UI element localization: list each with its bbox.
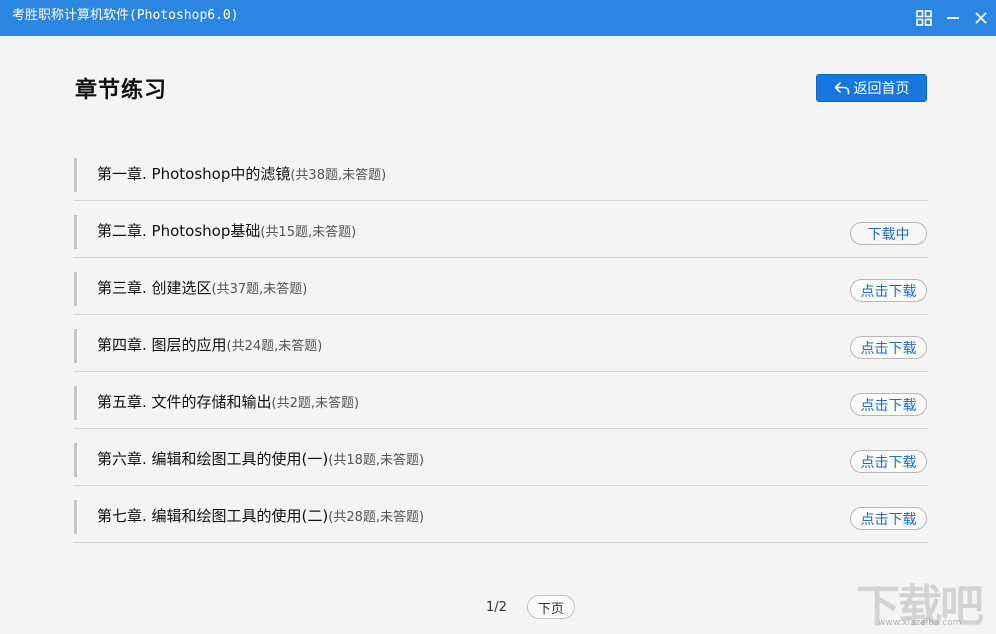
row-accent-bar — [74, 272, 77, 306]
chapter-title: 第二章. Photoshop基础 — [97, 222, 261, 240]
chapter-label[interactable]: 第五章. 文件的存储和输出(共2题,未答题) — [97, 392, 359, 414]
chapter-count: (共2题,未答题) — [271, 396, 360, 411]
download-button[interactable]: 点击下载 — [850, 279, 927, 302]
title-bar: 考胜职称计算机软件(Photoshop6.0) — [0, 0, 996, 36]
row-accent-bar — [74, 443, 77, 477]
pagination: 1/2 下页 — [486, 594, 575, 620]
chapter-title: 第五章. 文件的存储和输出 — [97, 393, 272, 411]
download-button[interactable]: 点击下载 — [850, 336, 927, 359]
back-home-button[interactable]: 返回首页 — [816, 74, 927, 102]
chapter-label[interactable]: 第三章. 创建选区(共37题,未答题) — [97, 278, 307, 300]
chapter-row[interactable]: 第五章. 文件的存储和输出(共2题,未答题) 点击下载 — [74, 372, 928, 429]
downloading-button[interactable]: 下载中 — [850, 222, 927, 245]
row-accent-bar — [74, 158, 77, 192]
chapter-row[interactable]: 第四章. 图层的应用(共24题,未答题) 点击下载 — [74, 315, 928, 372]
chapter-title: 第七章. 编辑和绘图工具的使用(二) — [97, 507, 329, 525]
chapter-row[interactable]: 第二章. Photoshop基础(共15题,未答题) 下载中 — [74, 201, 928, 258]
minimize-icon[interactable] — [941, 6, 965, 30]
chapter-title: 第六章. 编辑和绘图工具的使用(一) — [97, 450, 329, 468]
chapter-row[interactable]: 第一章. Photoshop中的滤镜(共38题,未答题) — [74, 144, 928, 201]
chapter-count: (共28题,未答题) — [328, 510, 425, 525]
download-button[interactable]: 点击下载 — [850, 507, 927, 530]
chapter-count: (共15题,未答题) — [260, 225, 357, 240]
close-icon[interactable] — [969, 6, 993, 30]
chapter-row[interactable]: 第六章. 编辑和绘图工具的使用(一)(共18题,未答题) 点击下载 — [74, 429, 928, 486]
row-accent-bar — [74, 500, 77, 534]
grid-icon[interactable] — [912, 6, 936, 30]
download-button[interactable]: 点击下载 — [850, 450, 927, 473]
download-button[interactable]: 点击下载 — [850, 393, 927, 416]
chapter-title: 第三章. 创建选区 — [97, 279, 212, 297]
chapter-count: (共38题,未答题) — [290, 168, 387, 183]
chapter-label[interactable]: 第四章. 图层的应用(共24题,未答题) — [97, 335, 322, 357]
chapter-count: (共37题,未答题) — [211, 282, 308, 297]
back-home-label: 返回首页 — [853, 81, 910, 97]
watermark-url: www.xiazaiba.com — [878, 618, 962, 628]
watermark-logo: 下载吧 www.xiazaiba.com — [856, 570, 992, 632]
chapter-row[interactable]: 第七章. 编辑和绘图工具的使用(二)(共28题,未答题) 点击下载 — [74, 486, 928, 543]
next-page-button[interactable]: 下页 — [526, 595, 575, 619]
chapter-row[interactable]: 第三章. 创建选区(共37题,未答题) 点击下载 — [74, 258, 928, 315]
chapter-count: (共18题,未答题) — [328, 453, 425, 468]
chapter-count: (共24题,未答题) — [226, 339, 323, 354]
return-arrow-icon — [834, 81, 850, 95]
chapter-title: 第一章. Photoshop中的滤镜 — [97, 165, 291, 183]
chapter-list: 第一章. Photoshop中的滤镜(共38题,未答题) 第二章. Photos… — [74, 144, 928, 543]
chapter-title: 第四章. 图层的应用 — [97, 336, 227, 354]
chapter-label[interactable]: 第一章. Photoshop中的滤镜(共38题,未答题) — [97, 164, 386, 186]
chapter-label[interactable]: 第七章. 编辑和绘图工具的使用(二)(共28题,未答题) — [97, 506, 424, 528]
row-accent-bar — [74, 215, 77, 249]
chapter-label[interactable]: 第二章. Photoshop基础(共15题,未答题) — [97, 221, 356, 243]
page-indicator: 1/2 — [486, 599, 507, 615]
page-title: 章节练习 — [75, 78, 168, 103]
chapter-label[interactable]: 第六章. 编辑和绘图工具的使用(一)(共18题,未答题) — [97, 449, 424, 471]
window-title: 考胜职称计算机软件(Photoshop6.0) — [12, 8, 239, 23]
row-accent-bar — [74, 329, 77, 363]
row-accent-bar — [74, 386, 77, 420]
